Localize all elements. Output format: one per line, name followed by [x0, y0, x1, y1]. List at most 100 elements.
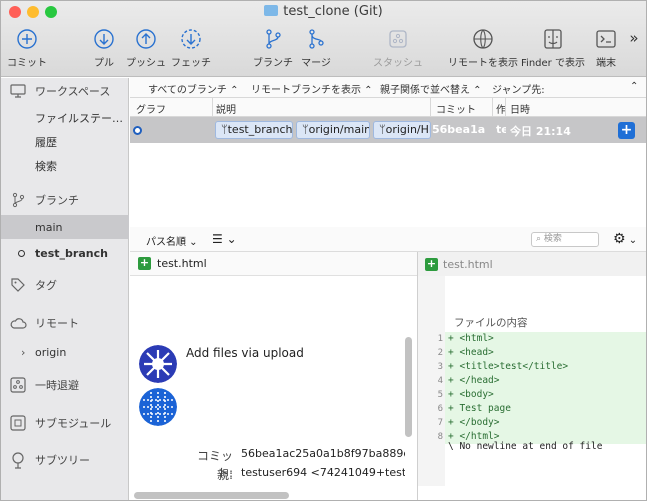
sidebar-section-submodules[interactable]: サブモジュール — [1, 411, 129, 435]
sidebar-item-branch-test[interactable]: test_branch — [1, 241, 129, 265]
parent-order-label: 親子関係で並べ替え — [380, 85, 470, 96]
jump-to-chevron-icon[interactable]: ⌃ — [630, 81, 638, 92]
app-window: test_clone (Git) コミット プル プッシュ フェッチ ブランチ … — [0, 0, 647, 501]
diff-line-number: 3 — [437, 362, 443, 372]
jump-to-dropdown[interactable]: ジャンプ先: — [492, 81, 545, 96]
branch-glyph-icon: ᛘ — [221, 123, 228, 136]
branch-label: ブランチ — [253, 58, 293, 69]
diff-line-number: 5 — [437, 390, 443, 400]
fetch-label: フェッチ — [171, 58, 211, 69]
diff-line-number: 4 — [437, 376, 443, 386]
sidebar-section-stashes[interactable]: 一時退避 — [1, 373, 129, 397]
stash-box-icon — [10, 377, 26, 393]
show-remote-button[interactable]: リモートを表示 — [448, 27, 518, 69]
sidebar-section-remotes[interactable]: リモート — [1, 311, 129, 335]
commit-detail-pane: パス名順 ⌄ ☰ ⌄ ⌕ 検索 ⚙ ⌄ + test.html Add file… — [130, 227, 646, 500]
stash-box-icon — [389, 30, 407, 48]
sidebar-item-history[interactable]: 履歴 — [1, 130, 129, 154]
sidebar-section-workspace[interactable]: ワークスペース — [1, 79, 129, 103]
sidebar-item-history-label: 履歴 — [35, 136, 57, 149]
sidebar-item-branch-test-label: test_branch — [35, 246, 108, 260]
terminal-icon — [596, 30, 616, 48]
no-newline-note: \ No newline at end of file — [448, 441, 603, 452]
sidebar-section-subtrees[interactable]: サブツリー — [1, 448, 129, 472]
merge-icon — [309, 29, 324, 49]
parent-order-dropdown[interactable]: 親子関係で並べ替え ⌃ — [380, 81, 482, 96]
column-description[interactable]: 説明 — [216, 101, 236, 116]
commit-hash: 56bea1ac25a0a1b8f97ba889c — [241, 447, 405, 460]
fetch-button[interactable]: フェッチ — [171, 27, 211, 69]
sidebar-item-search[interactable]: 検索 — [1, 154, 129, 178]
sidebar-section-tags[interactable]: タグ — [1, 273, 129, 297]
commit-label: コミット — [7, 58, 47, 69]
sidebar-item-remote-origin[interactable]: › origin — [1, 340, 129, 364]
pull-label: プル — [94, 58, 114, 69]
sort-dropdown[interactable]: パス名順 ⌄ — [146, 233, 198, 248]
diff-hunk: ファイルの内容 1 + <html> 2 + <head> 3 + <title>test… — [418, 276, 646, 486]
branch-glyph-icon: ᛘ — [302, 123, 309, 136]
column-graph[interactable]: グラフ — [136, 101, 166, 116]
all-branches-dropdown[interactable]: すべてのブランチ ⌃ — [148, 81, 238, 96]
tag-icon — [11, 278, 25, 292]
diff-file-name: test.html — [443, 258, 493, 271]
horizontal-scrollbar[interactable] — [134, 492, 289, 499]
stash-button[interactable]: スタッシュ — [372, 27, 424, 69]
folder-icon — [264, 5, 279, 16]
finder-label: Finder で表示 — [521, 58, 585, 69]
column-divider — [505, 98, 506, 117]
fetch-dashed-circle-icon — [181, 29, 201, 49]
vertical-scrollbar[interactable] — [405, 337, 412, 437]
commit-author: te — [496, 123, 506, 136]
diff-line-number: 7 — [437, 418, 443, 428]
column-commit[interactable]: コミット — [436, 101, 476, 116]
added-file-icon: + — [138, 256, 151, 270]
sidebar-section-branches[interactable]: ブランチ — [1, 188, 129, 212]
diff-line: + <head> — [445, 346, 646, 360]
commit-message-area: Add files via upload コミット: 56bea1ac25a0a… — [130, 337, 417, 500]
file-list-row[interactable]: + test.html — [130, 252, 417, 276]
commit-row[interactable]: ᛘtest_branch ᛘorigin/main ᛘorigin/HEAD 5… — [130, 117, 646, 143]
plus-circle-icon — [17, 29, 37, 49]
branch-label-origin-head-text: origin/HEAD — [385, 123, 430, 136]
sidebar-section-workspace-label: ワークスペース — [35, 85, 111, 98]
merge-button[interactable]: マージ — [298, 27, 334, 69]
terminal-label: 端末 — [596, 58, 616, 69]
sidebar-item-branch-main[interactable]: main — [1, 215, 129, 239]
jump-to-label: ジャンプ先: — [492, 85, 545, 96]
toolbar-overflow-button[interactable]: » — [625, 29, 643, 47]
subtree-icon — [12, 452, 24, 469]
column-date[interactable]: 日時 — [510, 101, 530, 116]
list-view-dropdown[interactable]: ☰ ⌄ — [212, 232, 237, 246]
diff-pane: + test.html ファイルの内容 1 + <html> 2 + <head> 3 +… — [418, 252, 646, 500]
commit-graph-node-icon — [133, 126, 142, 135]
branch-button[interactable]: ブランチ — [252, 27, 294, 69]
search-icon: ⌕ — [536, 234, 542, 244]
sidebar-item-remote-origin-label: origin — [35, 345, 67, 359]
sidebar-item-file-status[interactable]: ファイルステー… — [1, 106, 129, 130]
window-title: test_clone (Git) — [1, 4, 646, 19]
title-bar: test_clone (Git) コミット プル プッシュ フェッチ ブランチ … — [1, 1, 646, 77]
finder-icon — [544, 29, 562, 49]
push-button[interactable]: プッシュ — [125, 27, 167, 69]
commit-button[interactable]: コミット — [5, 27, 49, 69]
gear-dropdown[interactable]: ⚙ ⌄ — [613, 231, 637, 247]
search-input[interactable]: ⌕ 検索 — [531, 232, 599, 247]
add-plus-button[interactable]: + — [618, 122, 635, 139]
parent-value: testuser694 <74241049+testu — [241, 466, 405, 479]
show-in-finder-button[interactable]: Finder で表示 — [521, 27, 585, 69]
diff-line-number: 2 — [437, 348, 443, 358]
list-icon: ☰ — [212, 232, 223, 246]
history-column-header: グラフ 説明 コミット 作 日時 — [130, 98, 646, 117]
avatar — [139, 345, 177, 383]
sidebar-section-remotes-label: リモート — [35, 317, 79, 330]
globe-icon — [473, 29, 493, 49]
diff-line: + <body> — [445, 388, 646, 402]
chevron-right-icon: › — [21, 345, 26, 359]
diff-line: + </head> — [445, 374, 646, 388]
history-filter-bar: すべてのブランチ ⌃ リモートブランチを表示 ⌃ 親子関係で並べ替え ⌃ ジャン… — [130, 77, 646, 98]
column-divider — [212, 98, 213, 117]
branch-label-test-branch: ᛘtest_branch — [215, 121, 293, 139]
show-remote-branches-dropdown[interactable]: リモートブランチを表示 ⌃ — [251, 81, 373, 96]
pull-button[interactable]: プル — [89, 27, 119, 69]
terminal-button[interactable]: 端末 — [591, 27, 621, 69]
